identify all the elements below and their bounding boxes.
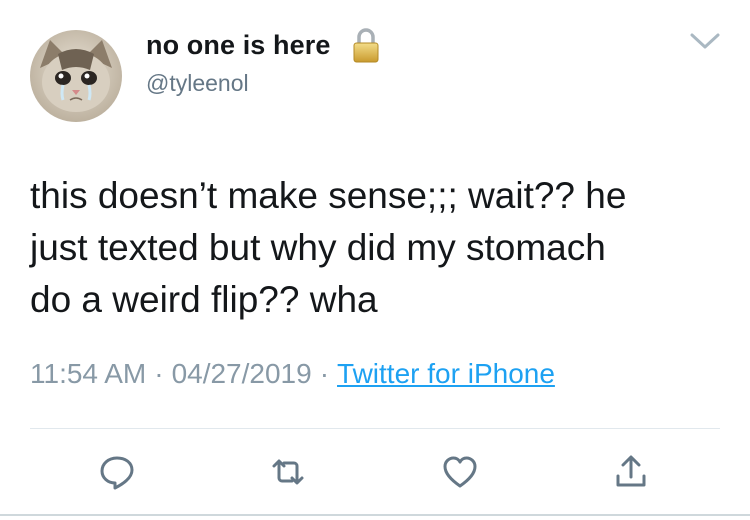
share-icon[interactable] bbox=[611, 452, 651, 492]
retweet-icon[interactable] bbox=[268, 452, 308, 492]
lock-icon bbox=[353, 28, 379, 63]
tweet-date[interactable]: 04/27/2019 bbox=[172, 358, 312, 389]
avatar[interactable] bbox=[30, 30, 122, 122]
bottom-divider bbox=[0, 514, 750, 516]
divider bbox=[30, 428, 720, 429]
separator-dot: · bbox=[154, 358, 164, 389]
display-name[interactable]: no one is here bbox=[146, 30, 330, 61]
action-bar bbox=[0, 448, 750, 498]
username[interactable]: @tyleenol bbox=[146, 70, 249, 97]
tweet-card: no one is here @tyleenol this doesn’t ma… bbox=[0, 0, 750, 520]
comment-icon[interactable] bbox=[97, 452, 137, 492]
crying-cat-avatar bbox=[30, 30, 122, 122]
heart-icon[interactable] bbox=[440, 452, 480, 492]
tweet-time[interactable]: 11:54 AM bbox=[30, 358, 146, 389]
tweet-text: this doesn’t make sense;;; wait?? he jus… bbox=[30, 175, 627, 320]
tweet-meta: 11:54 AM · 04/27/2019 · Twitter for iPhone bbox=[30, 358, 555, 390]
tweet-source-link[interactable]: Twitter for iPhone bbox=[337, 358, 555, 389]
separator-dot: · bbox=[319, 358, 330, 389]
chevron-down-icon[interactable] bbox=[688, 30, 722, 52]
